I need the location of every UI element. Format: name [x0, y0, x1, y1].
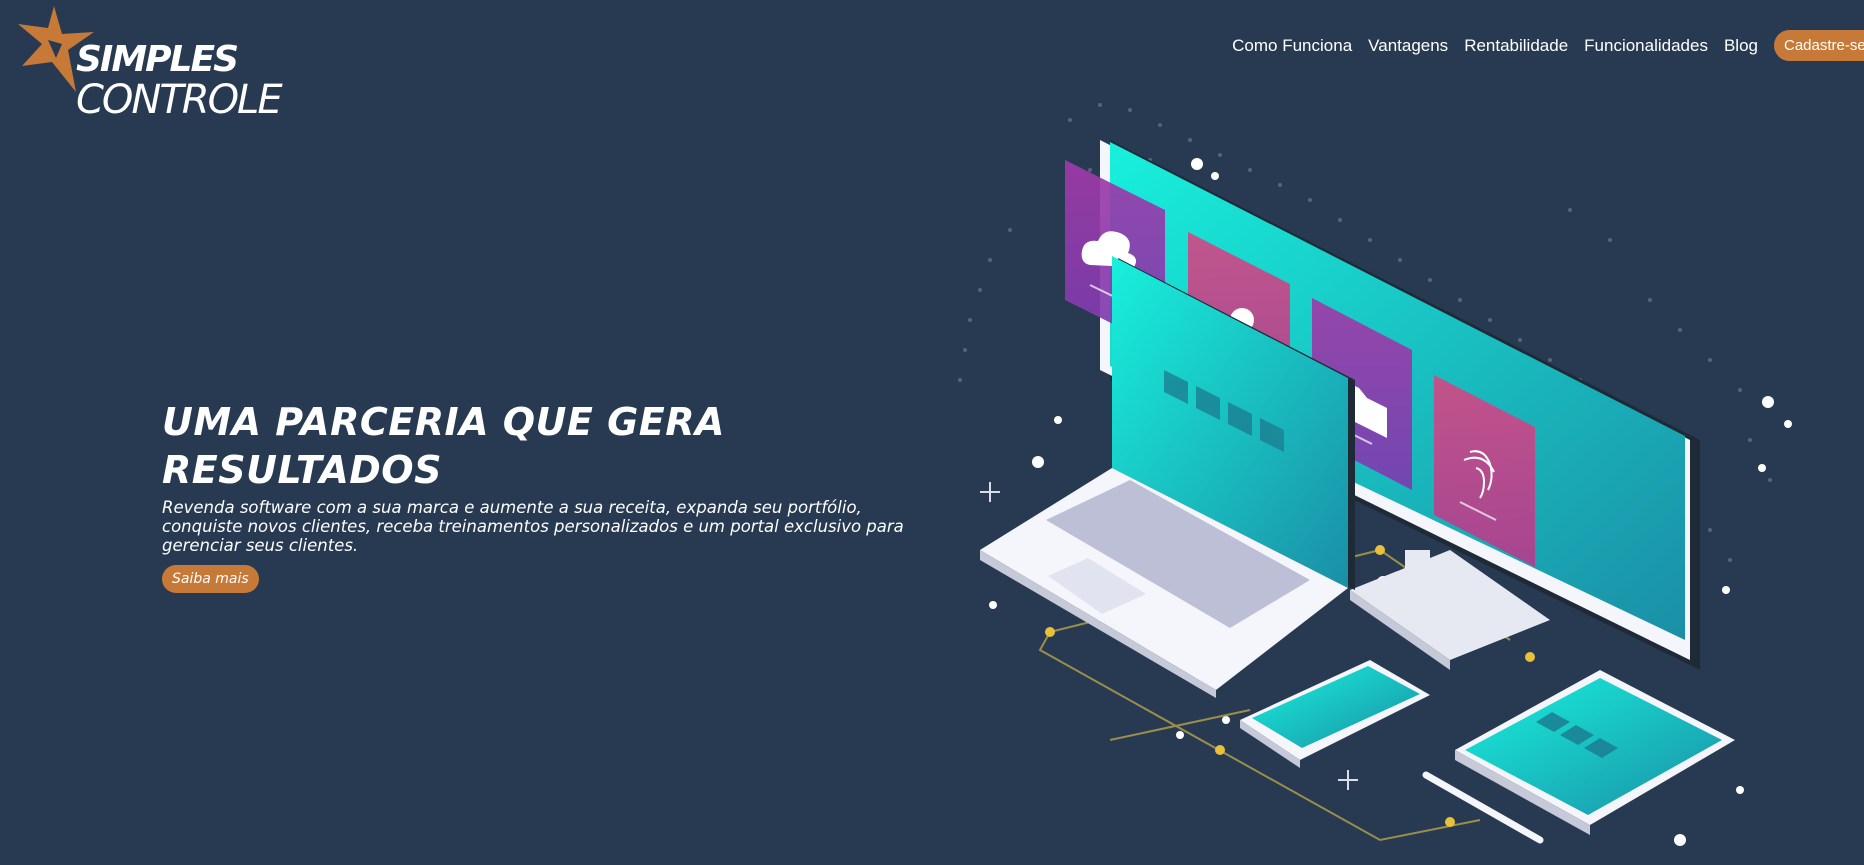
- devices-illustration: [958, 103, 1792, 846]
- saiba-mais-button[interactable]: Saiba mais: [162, 565, 259, 593]
- top-nav: Como Funciona Vantagens Rentabilidade Fu…: [1232, 30, 1864, 61]
- nav-funcionalidades[interactable]: Funcionalidades: [1584, 36, 1708, 56]
- brand-logo[interactable]: SIMPLES CONTROLE: [18, 6, 283, 120]
- hero-section: UMA PARCERIA QUE GERA RESULTADOS Revenda…: [162, 398, 942, 593]
- hero-title-line2: RESULTADOS: [162, 448, 442, 492]
- tablet-large: [1455, 670, 1735, 835]
- hero-title: UMA PARCERIA QUE GERA RESULTADOS: [162, 398, 942, 494]
- hero-title-line1: UMA PARCERIA QUE GERA: [162, 400, 725, 444]
- nav-rentabilidade[interactable]: Rentabilidade: [1464, 36, 1568, 56]
- hero-description: Revenda software com a sua marca e aumen…: [162, 498, 904, 555]
- cadastre-se-button[interactable]: Cadastre-se: [1774, 30, 1864, 61]
- tablet-small: [1240, 660, 1430, 768]
- nav-como-funciona[interactable]: Como Funciona: [1232, 36, 1352, 56]
- nav-blog[interactable]: Blog: [1724, 36, 1758, 56]
- nav-vantagens[interactable]: Vantagens: [1368, 36, 1448, 56]
- brand-line2: CONTROLE: [76, 77, 283, 123]
- brand-line1: SIMPLES: [76, 39, 239, 80]
